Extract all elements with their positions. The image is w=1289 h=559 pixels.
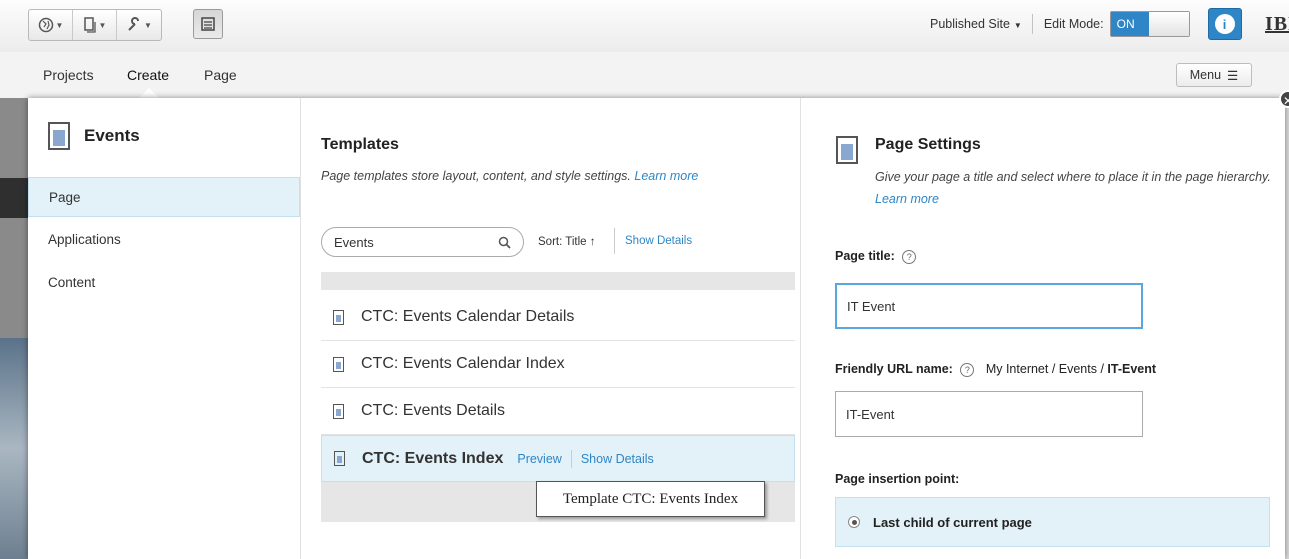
templates-description: Page templates store layout, content, an… xyxy=(321,169,698,183)
templates-description-text: Page templates store layout, content, an… xyxy=(321,169,631,183)
templates-learn-more-link[interactable]: Learn more xyxy=(634,169,698,183)
menu-button[interactable]: Menu ☰ xyxy=(1176,63,1252,87)
info-button[interactable]: i xyxy=(1207,8,1242,40)
published-site-label: Published Site xyxy=(930,17,1010,31)
background-page xyxy=(0,98,28,559)
url-path-last: IT-Event xyxy=(1107,362,1157,376)
search-value: Events xyxy=(334,234,374,250)
hamburger-icon: ☰ xyxy=(1227,68,1239,83)
template-row[interactable]: CTC: Events Calendar Index xyxy=(321,341,795,388)
row-show-details-link[interactable]: Show Details xyxy=(581,452,654,466)
menu-label: Menu xyxy=(1189,68,1222,82)
template-icon xyxy=(334,451,345,466)
nav-bar: Projects Create Page Menu ☰ xyxy=(0,52,1289,99)
document-icon xyxy=(48,122,70,150)
radio-button[interactable] xyxy=(848,516,860,528)
edit-mode-label: Edit Mode: xyxy=(1043,17,1104,31)
url-path-prefix: My Internet / Events / xyxy=(985,362,1104,376)
search-icon xyxy=(498,236,511,249)
list-header-bar xyxy=(321,272,795,290)
edit-mode-value: ON xyxy=(1110,12,1149,36)
chevron-down-icon: ▼ xyxy=(98,20,107,30)
tab-page[interactable]: Page xyxy=(204,67,237,83)
template-icon xyxy=(333,356,344,372)
background-band xyxy=(0,178,28,218)
template-name: CTC: Events Calendar Details xyxy=(361,308,575,325)
insertion-option[interactable]: Last child of current page xyxy=(835,497,1270,547)
page-title-input[interactable]: IT Event xyxy=(835,283,1143,329)
insertion-option-label: Last child of current page xyxy=(873,514,1032,530)
tab-projects[interactable]: Projects xyxy=(43,67,94,83)
template-name: CTC: Events Calendar Index xyxy=(361,355,565,372)
category-item-content[interactable]: Content xyxy=(28,263,300,303)
insertion-point-label: Page insertion point: xyxy=(835,472,960,486)
template-icon xyxy=(333,403,344,419)
globe-menu-button[interactable]: ▼ xyxy=(29,10,73,40)
template-row[interactable]: CTC: Events Calendar Details xyxy=(321,294,795,341)
page-settings-title: Page Settings xyxy=(875,136,981,153)
published-site-dropdown[interactable]: Published Site ▼ xyxy=(928,14,1033,34)
template-name: CTC: Events Index xyxy=(362,449,504,467)
info-icon: i xyxy=(1214,14,1235,34)
wrench-icon xyxy=(128,17,140,31)
template-row-selected[interactable]: CTC: Events Index Preview Show Details xyxy=(321,435,795,482)
category-item-page[interactable]: Page xyxy=(28,177,300,217)
template-tooltip: Template CTC: Events Index xyxy=(536,481,765,517)
top-toolbar: ▼ ▼ ▼ Published Site ▼ Edit Mode: ON i IB… xyxy=(0,0,1289,53)
sort-label: Sort: Title xyxy=(538,236,587,248)
help-icon[interactable]: ? xyxy=(960,362,975,377)
right-tools: Published Site ▼ Edit Mode: ON i xyxy=(928,8,1242,40)
category-header: Events xyxy=(48,122,140,150)
tool-group: ▼ ▼ ▼ xyxy=(28,9,162,41)
background-image xyxy=(0,338,28,559)
category-column: Events Page Applications Content xyxy=(28,98,301,559)
page-settings-description-text: Give your page a title and select where … xyxy=(875,170,1271,184)
category-item-applications[interactable]: Applications xyxy=(28,220,300,260)
calendar-icon xyxy=(201,17,215,31)
globe-icon xyxy=(38,17,53,33)
page-title-label: Page title: ? xyxy=(835,249,917,264)
template-name: CTC: Events Details xyxy=(361,402,506,419)
page-settings-description: Give your page a title and select where … xyxy=(875,166,1275,210)
divider xyxy=(570,449,572,468)
help-icon[interactable]: ? xyxy=(902,249,917,264)
url-path: My Internet / Events / IT-Event xyxy=(986,362,1156,376)
chevron-down-icon: ▼ xyxy=(144,20,152,30)
page-icon xyxy=(83,17,96,33)
show-details-link[interactable]: Show Details xyxy=(614,228,692,254)
preview-link[interactable]: Preview xyxy=(517,452,561,466)
wrench-menu-button[interactable]: ▼ xyxy=(117,10,161,40)
chevron-down-icon: ▼ xyxy=(55,20,64,30)
category-title: Events xyxy=(84,126,140,145)
template-row[interactable]: CTC: Events Details xyxy=(321,388,795,435)
templates-title: Templates xyxy=(321,136,399,153)
page-settings-learn-more-link[interactable]: Learn more xyxy=(875,192,939,206)
friendly-url-label: Friendly URL name: ? My Internet / Event… xyxy=(835,362,1156,377)
toggle-knob xyxy=(1148,12,1189,36)
chevron-down-icon: ▼ xyxy=(1013,21,1022,30)
template-icon xyxy=(333,309,344,325)
page-title-label-text: Page title: xyxy=(835,249,895,263)
tab-create[interactable]: Create xyxy=(127,67,169,83)
friendly-url-label-text: Friendly URL name: xyxy=(835,362,953,376)
template-search-input[interactable]: Events xyxy=(321,227,524,257)
page-settings-column: Page Settings Give your page a title and… xyxy=(801,98,1285,559)
arrow-up-icon: ↑ xyxy=(589,236,596,248)
ibm-logo: IBM xyxy=(1265,13,1289,35)
friendly-url-input[interactable]: IT-Event xyxy=(835,391,1143,437)
document-icon xyxy=(836,136,858,164)
page-menu-button[interactable]: ▼ xyxy=(73,10,117,40)
edit-mode-toggle[interactable]: ON xyxy=(1109,11,1190,37)
sort-control[interactable]: Sort: Title ↑ xyxy=(538,236,596,248)
calendar-toggle-button[interactable] xyxy=(193,9,223,39)
